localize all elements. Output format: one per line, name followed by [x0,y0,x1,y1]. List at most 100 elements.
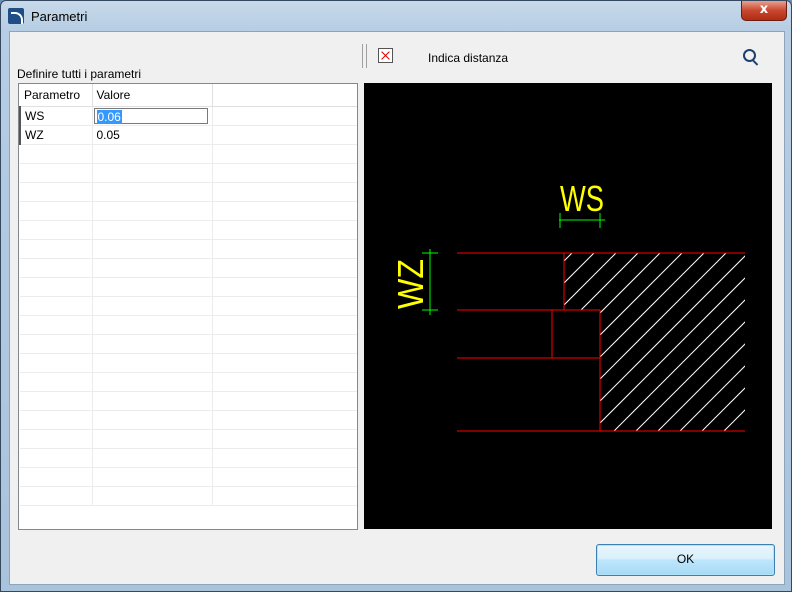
wz-dimension: WZ [390,249,438,315]
preview-canvas: WS WZ [364,83,772,529]
empty-cell [92,372,213,392]
empty-row [20,182,357,202]
empty-cell [212,315,357,335]
hatch-line [564,253,735,431]
empty-cell [212,391,357,411]
empty-cell [212,106,357,126]
empty-cell [212,201,357,221]
hatch-line [564,253,713,431]
param-value-cell[interactable]: 0.06 [92,106,213,126]
param-name-cell[interactable]: WS [19,106,93,126]
empty-cell [92,334,213,354]
ok-button[interactable]: OK [596,544,775,576]
empty-row [20,277,357,297]
empty-rows [20,144,357,506]
empty-cell [20,486,93,506]
hatch-line [564,253,669,431]
empty-cell [20,429,93,449]
empty-cell [212,163,357,183]
empty-cell [212,277,357,297]
empty-cell [20,258,93,278]
empty-cell [212,334,357,354]
empty-row [20,334,357,354]
empty-cell [212,239,357,259]
empty-row [20,296,357,316]
toolbar-separator [362,44,367,68]
hatch-line [564,253,745,431]
empty-cell [92,163,213,183]
column-header-valore[interactable]: Valore [92,84,213,107]
empty-cell [212,410,357,430]
empty-cell [212,372,357,392]
hatch-line [364,223,514,483]
empty-row [20,372,357,392]
param-value-cell[interactable]: 0.05 [92,125,213,145]
empty-cell [20,277,93,297]
grid-header-row: Parametro Valore [20,84,357,107]
empty-cell [92,467,213,487]
empty-cell [20,448,93,468]
empty-row [20,239,357,259]
selected-value-text: 0.06 [96,109,122,124]
empty-cell [20,372,93,392]
hatch-line [583,253,745,431]
wz-dimension-label: WZ [390,259,431,309]
close-button[interactable]: x [741,1,787,21]
table-row[interactable]: WS 0.06 [19,106,357,126]
empty-cell [212,258,357,278]
empty-cell [212,296,357,316]
empty-cell [212,467,357,487]
empty-row [20,486,357,506]
param-name-cell[interactable]: WZ [19,125,93,145]
delete-rect-icon[interactable] [378,48,393,63]
ws-dimension-label: WS [560,178,604,219]
empty-cell [212,429,357,449]
empty-cell [20,144,93,164]
empty-cell [20,296,93,316]
empty-cell [92,144,213,164]
empty-cell [20,182,93,202]
table-row[interactable]: WZ 0.05 [19,125,357,145]
column-header-empty [212,84,357,107]
empty-cell [212,448,357,468]
indicate-distance-button[interactable]: Indica distanza [428,51,508,65]
column-header-parametro[interactable]: Parametro [20,84,93,107]
empty-cell [92,315,213,335]
title-bar[interactable]: Parametri x [1,1,791,31]
empty-row [20,258,357,278]
empty-cell [212,182,357,202]
empty-cell [20,315,93,335]
empty-cell [20,391,93,411]
empty-row [20,391,357,411]
empty-cell [20,239,93,259]
empty-cell [92,429,213,449]
empty-cell [20,353,93,373]
hatch-line [671,253,745,431]
empty-cell [92,410,213,430]
empty-cell [20,410,93,430]
empty-cell [92,258,213,278]
empty-row [20,220,357,240]
empty-row [20,467,357,487]
hatch-line [627,253,745,431]
magnifier-icon[interactable] [743,49,756,62]
empty-cell [92,201,213,221]
dialog-window: Parametri x Indica distanza Definire tut… [0,0,792,592]
empty-row [20,448,357,468]
empty-row [20,410,357,430]
empty-cell [212,125,357,145]
empty-cell [20,467,93,487]
empty-cell [92,486,213,506]
hatch-line [715,253,745,431]
ws-dimension: WS [559,178,605,228]
empty-cell [212,486,357,506]
empty-cell [20,334,93,354]
empty-cell [92,353,213,373]
empty-cell [92,391,213,411]
hatch-line [693,253,745,431]
parameter-grid[interactable]: Parametro Valore WS 0.06 WZ 0.05 [18,83,358,530]
empty-cell [92,296,213,316]
empty-cell [212,220,357,240]
value-edit-field[interactable]: 0.06 [93,107,208,124]
empty-cell [92,182,213,202]
